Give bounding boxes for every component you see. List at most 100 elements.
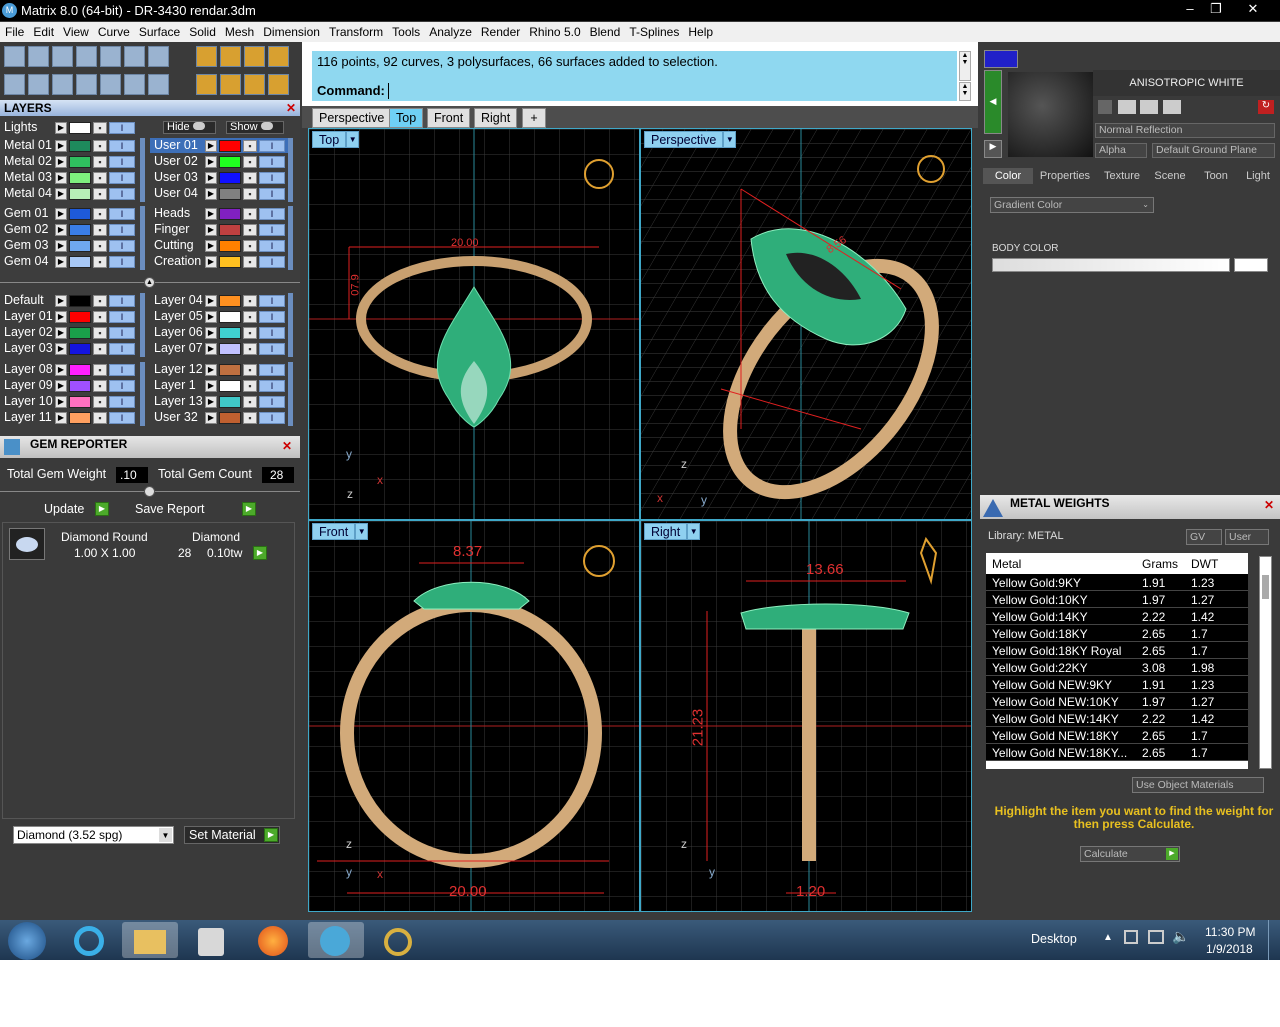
visibility-icon[interactable]: I (109, 208, 135, 220)
table-row[interactable]: Yellow Gold NEW:9KY 1.91 1.23 (986, 676, 1248, 693)
zoom-tool-icon[interactable] (28, 46, 49, 67)
arrow-icon[interactable]: ▶ (55, 240, 67, 252)
layer-row[interactable]: Heads ▶ ▪ I (150, 206, 290, 221)
layer-row[interactable]: User 01 ▶ ▪ I (150, 138, 290, 153)
arrow-icon[interactable]: ▶ (205, 327, 217, 339)
reflection-select[interactable]: Normal Reflection (1095, 123, 1275, 138)
table-scrollbar[interactable] (1259, 556, 1272, 769)
command-input[interactable] (388, 83, 954, 99)
menu-curve[interactable]: Curve (93, 22, 134, 42)
tab-top[interactable]: Top (389, 108, 424, 128)
tab-properties[interactable]: Properties (1036, 168, 1094, 184)
save-arrow-icon[interactable]: ▶ (242, 502, 256, 516)
arrow-icon[interactable]: ▶ (205, 364, 217, 376)
visibility-icon[interactable]: I (109, 380, 135, 392)
layer-color-swatch[interactable] (219, 396, 241, 408)
move-tool-icon[interactable] (244, 46, 265, 67)
box-tool-icon[interactable] (52, 74, 73, 95)
layer-color-swatch[interactable] (69, 156, 91, 168)
layer-color-swatch[interactable] (69, 240, 91, 252)
lock-icon[interactable]: ▪ (93, 172, 107, 184)
lock-icon[interactable]: ▪ (93, 224, 107, 236)
save-report-button[interactable]: Save Report (135, 502, 204, 516)
layer-row[interactable]: Layer 07 ▶ ▪ I (150, 341, 290, 356)
layer-row[interactable]: Gem 02 ▶ ▪ I (0, 222, 140, 237)
start-button[interactable] (8, 922, 46, 960)
visibility-icon[interactable]: I (109, 156, 135, 168)
material-tool-icon[interactable] (1098, 100, 1112, 114)
viewport-label-perspective[interactable]: Perspective ▼ (644, 131, 737, 148)
show-hidden-icons[interactable]: ▲ (1103, 932, 1113, 943)
color-swatch[interactable] (984, 50, 1018, 68)
body-color-swatch[interactable] (1234, 258, 1268, 272)
arrow-icon[interactable]: ▶ (55, 295, 67, 307)
chevron-down-icon[interactable]: ▼ (346, 131, 360, 148)
volume-icon[interactable]: 🔈 (1172, 928, 1189, 945)
visibility-icon[interactable]: I (259, 295, 285, 307)
layer-row[interactable]: User 04 ▶ ▪ I (150, 186, 290, 201)
material-select[interactable]: Diamond (3.52 spg) ▼ (13, 826, 174, 844)
visibility-icon[interactable]: I (109, 172, 135, 184)
layer-color-swatch[interactable] (219, 343, 241, 355)
show-desktop-button[interactable] (1268, 920, 1280, 960)
table-row[interactable]: Yellow Gold:10KY 1.97 1.27 (986, 591, 1248, 608)
lock-icon[interactable]: ▪ (93, 122, 107, 134)
layer-row[interactable]: Gem 01 ▶ ▪ I (0, 206, 140, 221)
file-explorer-icon[interactable] (122, 922, 178, 958)
filter-tool-icon[interactable] (100, 74, 121, 95)
menu-tsplines[interactable]: T-Splines (624, 22, 683, 42)
layer-color-swatch[interactable] (219, 295, 241, 307)
arrow-icon[interactable]: ▶ (205, 240, 217, 252)
set-material-arrow-icon[interactable]: ▶ (264, 828, 278, 842)
viewport-top[interactable]: Top ▼ 20.00 07.9 y x z (308, 128, 640, 520)
visibility-icon[interactable]: I (259, 172, 285, 184)
scroll-arrows-icon[interactable]: ▲ ▼ (959, 82, 971, 101)
lock-icon[interactable]: ▪ (243, 364, 257, 376)
lock-icon[interactable]: ▪ (243, 412, 257, 424)
layer-color-swatch[interactable] (219, 240, 241, 252)
close-icon[interactable]: ✕ (286, 100, 296, 116)
visibility-icon[interactable]: I (109, 311, 135, 323)
arrow-icon[interactable]: ▶ (55, 188, 67, 200)
layer-color-swatch[interactable] (69, 208, 91, 220)
select-tool-icon[interactable] (124, 74, 145, 95)
arrow-icon[interactable]: ▶ (55, 327, 67, 339)
layer-row[interactable]: Metal 04 ▶ ▪ I (0, 186, 140, 201)
viewport-label-right[interactable]: Right ▼ (644, 523, 701, 540)
tab-right[interactable]: Right (474, 108, 518, 128)
layer-tool-icon[interactable] (52, 46, 73, 67)
lock-icon[interactable]: ▪ (93, 295, 107, 307)
ring-tool-icon[interactable] (220, 74, 241, 95)
layer-color-swatch[interactable] (69, 295, 91, 307)
arrow-icon[interactable]: ▶ (205, 188, 217, 200)
viewport-perspective[interactable]: Perspective ▼ 8.56 z y x (640, 128, 972, 520)
layer-row[interactable]: Gem 04 ▶ ▪ I (0, 254, 140, 269)
lock-icon[interactable]: ▪ (243, 156, 257, 168)
lock-icon[interactable]: ▪ (93, 396, 107, 408)
arrow-icon[interactable]: ▶ (55, 343, 67, 355)
arrow-icon[interactable]: ▶ (205, 224, 217, 236)
matrix-app-icon[interactable] (308, 922, 364, 958)
layer-row[interactable]: Metal 01 ▶ ▪ I (0, 138, 140, 153)
alpha-toggle[interactable]: Alpha (1095, 143, 1147, 158)
scale-tool-icon[interactable] (268, 46, 289, 67)
layer-row[interactable]: Creation ▶ ▪ I (150, 254, 290, 269)
layer-color-swatch[interactable] (219, 311, 241, 323)
ie-icon[interactable] (62, 922, 118, 958)
arrow-icon[interactable]: ▶ (205, 396, 217, 408)
lock-icon[interactable]: ▪ (243, 140, 257, 152)
arrow-icon[interactable]: ▶ (205, 156, 217, 168)
visibility-icon[interactable]: I (109, 396, 135, 408)
layer-row[interactable]: Layer 13 ▶ ▪ I (150, 394, 290, 409)
import-icon[interactable] (1163, 100, 1181, 114)
layer-row[interactable]: Layer 02 ▶ ▪ I (0, 325, 140, 340)
cube-tool-icon[interactable] (148, 46, 169, 67)
visibility-icon[interactable]: I (109, 122, 135, 134)
lock-icon[interactable]: ▪ (93, 140, 107, 152)
menu-rhino[interactable]: Rhino 5.0 (524, 22, 584, 42)
visibility-icon[interactable]: I (109, 364, 135, 376)
visibility-icon[interactable]: I (259, 208, 285, 220)
arrow-icon[interactable]: ▶ (205, 380, 217, 392)
layer-row[interactable]: Layer 1 ▶ ▪ I (150, 378, 290, 393)
layer-color-swatch[interactable] (69, 327, 91, 339)
